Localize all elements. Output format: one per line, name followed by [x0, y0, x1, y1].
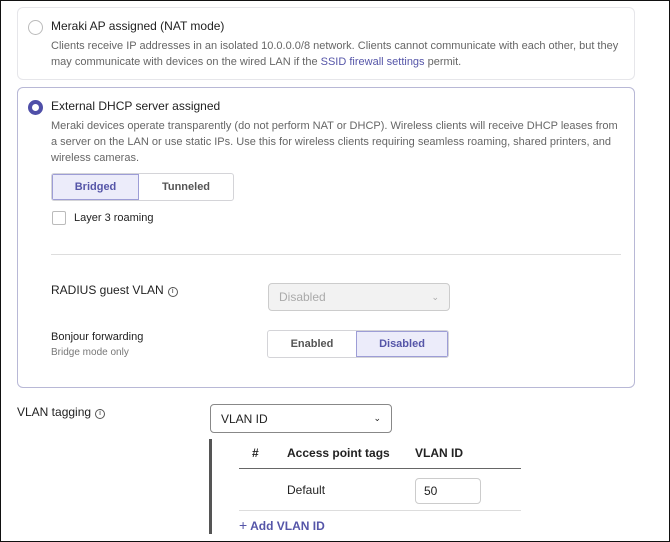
dhcp-card: External DHCP server assigned Meraki dev…	[17, 87, 635, 388]
vlan-select-value: VLAN ID	[221, 411, 268, 426]
nat-mode-description: Clients receive IP addresses in an isola…	[51, 38, 621, 70]
bonjour-segmented: Enabled Disabled	[267, 330, 449, 358]
radius-guest-vlan-select[interactable]: Disabled ⌄	[268, 283, 450, 311]
nat-mode-title: Meraki AP assigned (NAT mode)	[51, 19, 225, 33]
radius-guest-vlan-label: RADIUS guest VLAN i	[51, 283, 178, 297]
info-icon[interactable]: i	[167, 287, 178, 297]
header-ap-tags: Access point tags	[287, 446, 390, 460]
bonjour-enabled-button[interactable]: Enabled	[268, 331, 356, 357]
radius-select-value: Disabled	[279, 290, 326, 304]
vlan-tagging-select[interactable]: VLAN ID ⌄	[210, 404, 392, 433]
radius-label-text: RADIUS guest VLAN	[51, 283, 164, 297]
ssid-firewall-link[interactable]: SSID firewall settings	[321, 56, 425, 68]
plus-icon: +	[239, 517, 248, 533]
add-vlan-label: Add VLAN ID	[250, 519, 325, 533]
nat-mode-card: Meraki AP assigned (NAT mode) Clients re…	[17, 7, 635, 80]
nat-desc-suffix: permit.	[424, 56, 462, 68]
info-icon[interactable]: i	[95, 409, 106, 419]
dhcp-title: External DHCP server assigned	[51, 99, 221, 113]
layer3-roaming-label: Layer 3 roaming	[74, 212, 154, 224]
row-line	[239, 510, 521, 511]
bridged-button[interactable]: Bridged	[52, 174, 139, 200]
bonjour-sublabel: Bridge mode only	[51, 347, 129, 358]
mode-segmented: Bridged Tunneled	[51, 173, 234, 201]
tunneled-button[interactable]: Tunneled	[139, 174, 233, 200]
bonjour-disabled-button[interactable]: Disabled	[356, 331, 448, 357]
dhcp-radio[interactable]	[28, 100, 43, 115]
layer3-roaming-checkbox[interactable]	[52, 211, 66, 225]
vlan-tagging-label: VLAN tagging i	[17, 405, 106, 419]
vlan-table-bar	[209, 439, 212, 534]
add-vlan-id-button[interactable]: + Add VLAN ID	[239, 517, 325, 533]
header-vlan-id: VLAN ID	[415, 446, 463, 460]
dhcp-description: Meraki devices operate transparently (do…	[51, 120, 618, 164]
header-line	[239, 468, 521, 469]
divider	[51, 254, 621, 255]
vlan-id-input[interactable]: 50	[415, 478, 481, 504]
chevron-down-icon: ⌄	[431, 291, 439, 302]
row-tags: Default	[287, 483, 326, 497]
vlan-tagging-text: VLAN tagging	[17, 405, 92, 419]
nat-mode-radio[interactable]	[28, 20, 43, 35]
chevron-down-icon: ⌄	[373, 413, 381, 423]
bonjour-label: Bonjour forwarding	[51, 331, 144, 343]
header-num: #	[252, 446, 259, 460]
